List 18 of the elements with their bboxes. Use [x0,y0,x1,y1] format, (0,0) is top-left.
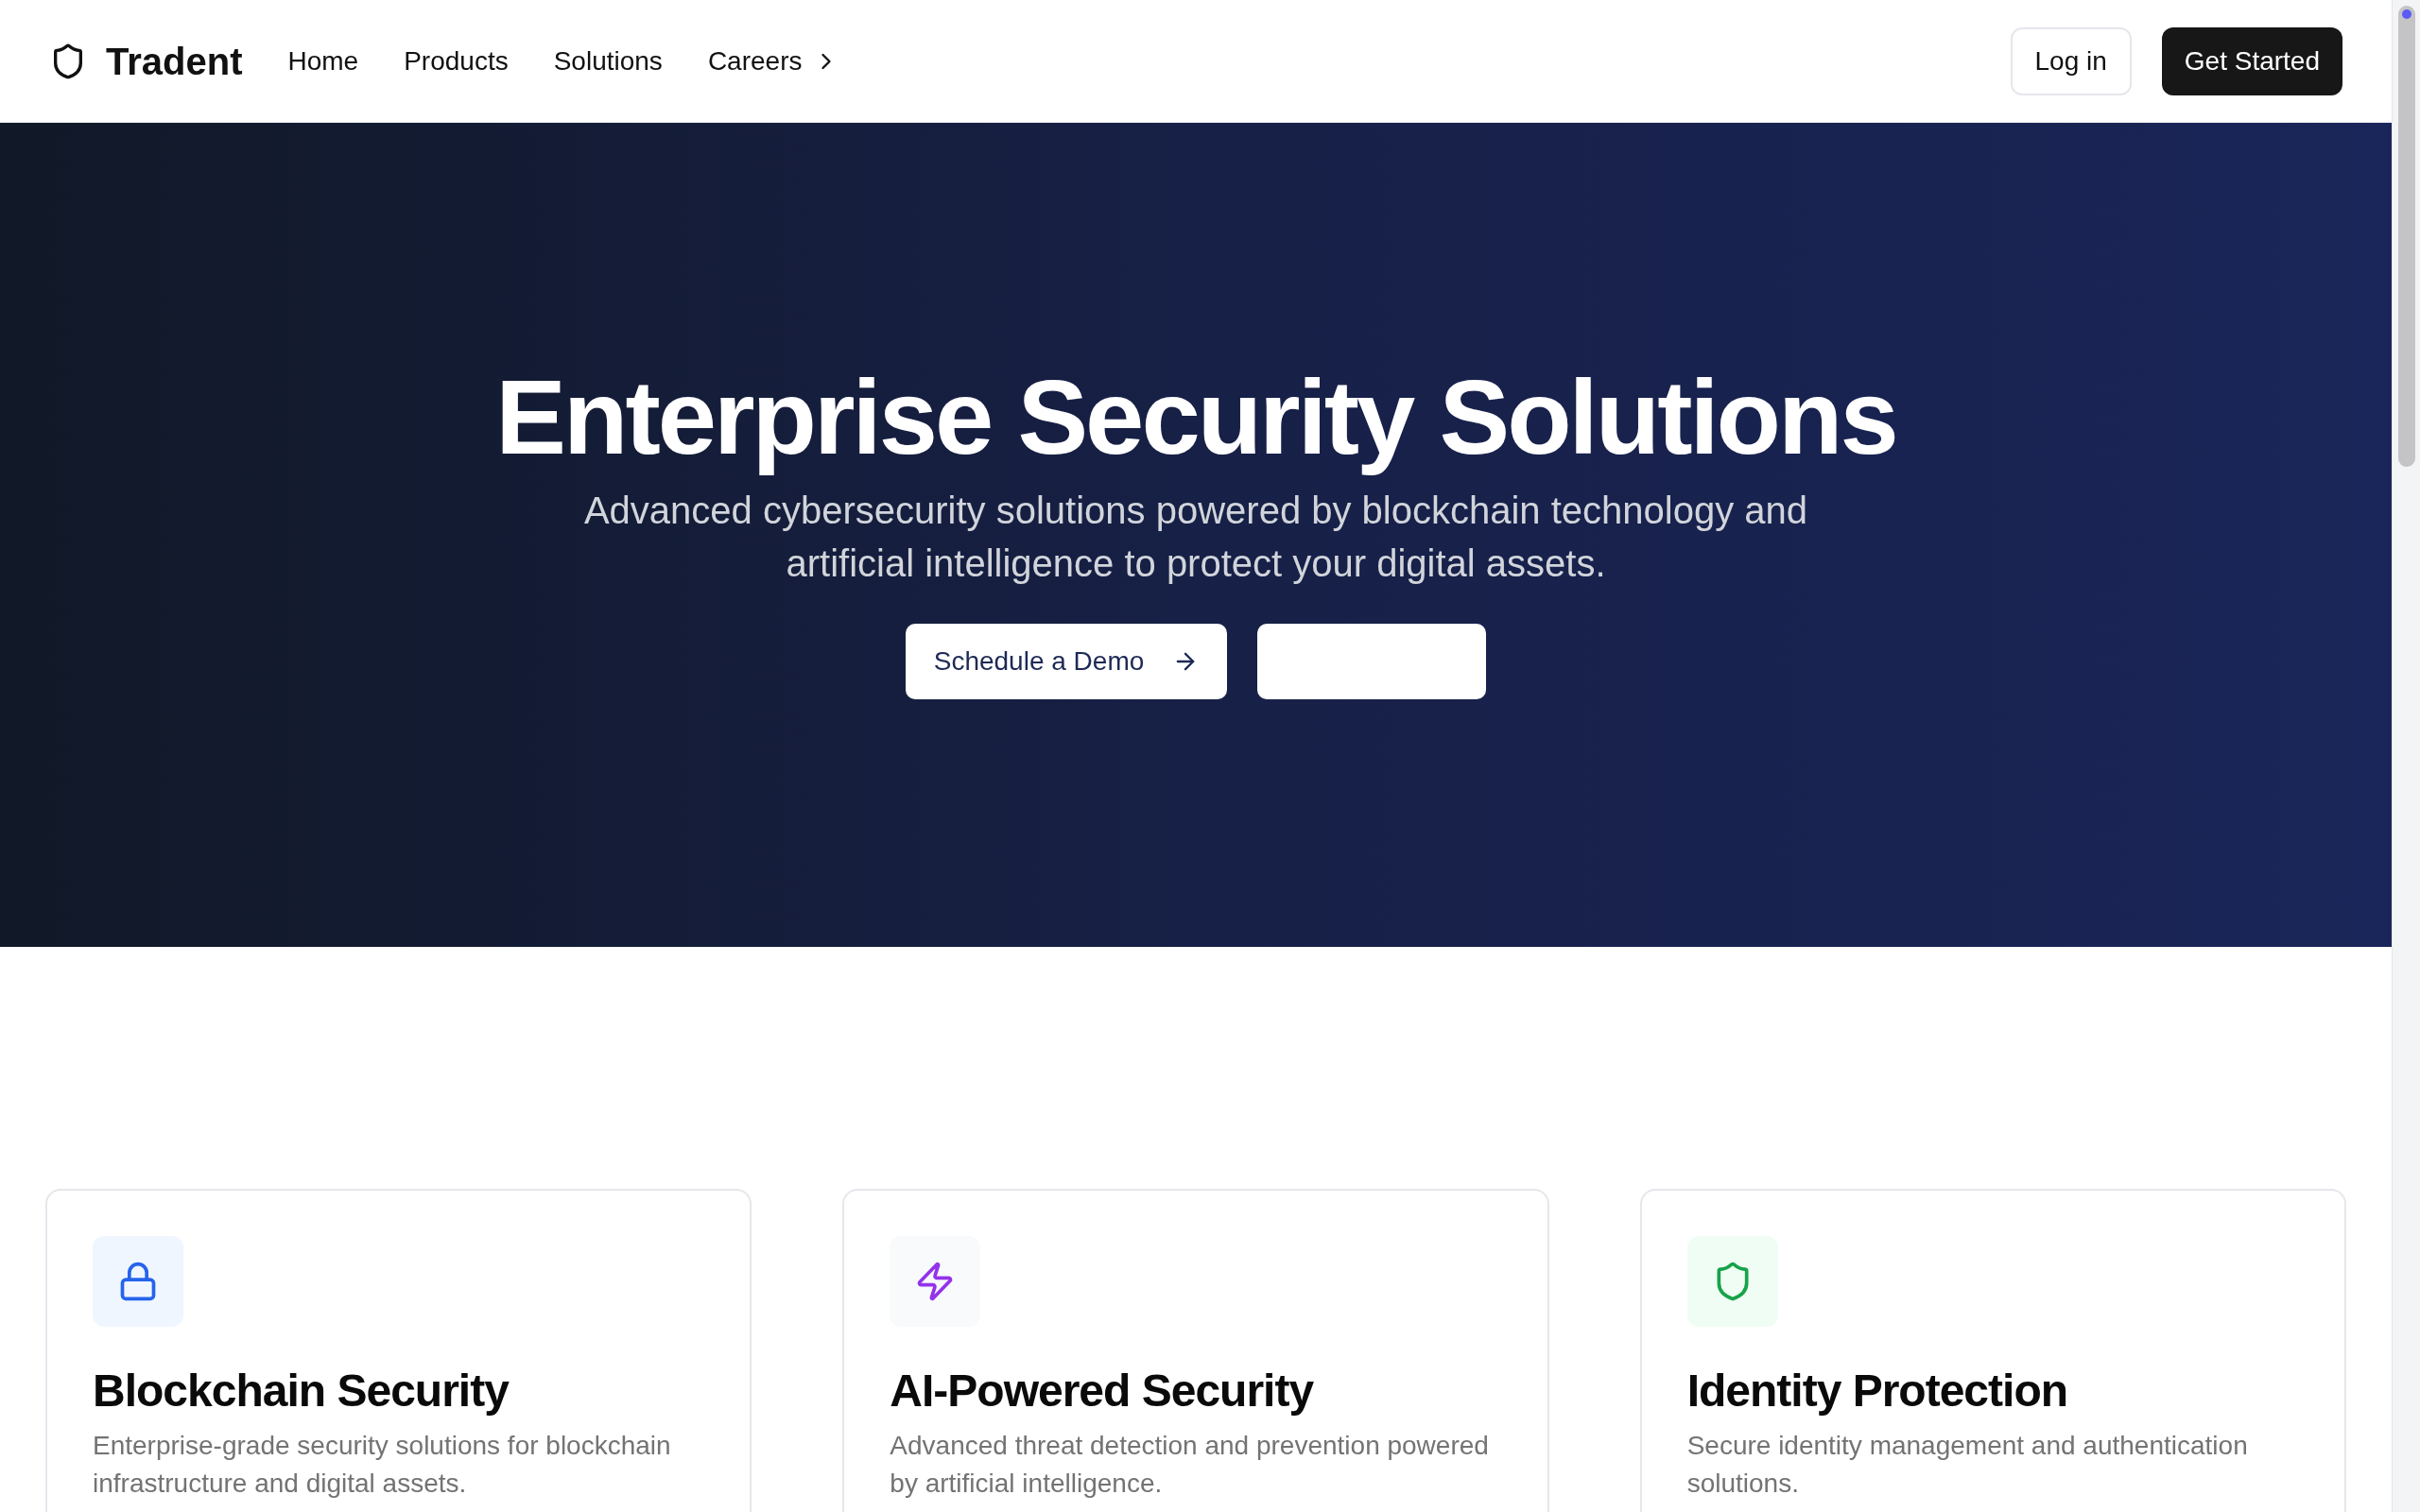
hero-subtitle: Advanced cybersecurity solutions powered by blockchain technology and artificial intelligence to protect your digital assets. [582,489,1809,586]
hero-title: Enterprise Security Solutions [495,357,1896,478]
feature-description: Secure identity management and authentication solutions. [1686,1430,2249,1500]
brand-name: Tradent [106,39,243,84]
nav-link[interactable]: Products [404,41,509,81]
feature-title: AI-Powered Security [890,1365,1315,1418]
feature-title: Identity Protection [1686,1365,2068,1418]
nav-link[interactable]: Home [287,41,359,81]
feature-title: Blockchain Security [93,1365,510,1418]
nav-link[interactable]: Careers [707,41,840,81]
get-started-button[interactable]: Get Started [2161,26,2342,95]
scrollbar-thumb[interactable] [2397,6,2415,467]
feature-description: Advanced threat detection and prevention powered by artificial intelligence. [890,1430,1490,1500]
schedule-demo-button[interactable]: Schedule a Demo [905,624,1228,699]
feature-description: Enterprise-grade security solutions for blockchain infrastructure and digital assets. [93,1430,672,1500]
nav-link[interactable]: Solutions [553,41,663,81]
blank-button[interactable] [1257,624,1487,699]
login-button[interactable]: Log in [2010,26,2132,95]
